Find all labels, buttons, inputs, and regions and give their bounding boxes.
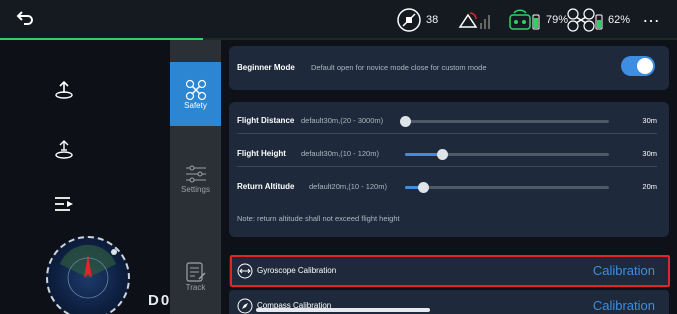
return-altitude-slider[interactable]	[405, 182, 609, 193]
track-edit-icon	[185, 261, 206, 282]
tab-track[interactable]: Track	[170, 248, 221, 304]
compass-icon	[237, 298, 253, 314]
beginner-mode-title: Beginner Mode	[237, 63, 295, 72]
satellite-status: 38	[396, 6, 438, 34]
remote-battery-percent: 79%	[546, 14, 569, 26]
flight-limits-card: Flight Distance default30m,(20 - 3000m) …	[229, 102, 669, 237]
tab-safety[interactable]: Safety	[170, 62, 221, 126]
beginner-mode-card: Beginner Mode Default open for novice mo…	[229, 46, 669, 90]
remote-battery-status: 79%	[508, 6, 568, 34]
flight-distance-title: Flight Distance	[237, 116, 295, 125]
radar-compass[interactable]	[46, 236, 130, 314]
more-menu-icon[interactable]: …	[642, 6, 661, 27]
remote-controller-icon	[509, 9, 540, 30]
tab-settings[interactable]: Settings	[170, 150, 221, 206]
drone-icon	[567, 8, 603, 32]
drone-battery-status: 62%	[566, 6, 630, 34]
return-altitude-desc: default20m,(10 - 120m)	[309, 182, 387, 191]
highlight-box	[230, 255, 670, 287]
flight-height-desc: default30m,(10 - 120m)	[301, 149, 379, 158]
compass-calibration-button[interactable]: Calibration	[593, 298, 655, 313]
home-indicator[interactable]	[256, 308, 430, 312]
remote-signal-icon	[458, 12, 490, 29]
radar-icon	[60, 244, 117, 299]
flight-height-slider[interactable]	[405, 149, 609, 160]
flight-height-value: 30m	[642, 149, 657, 158]
altitude-note: Note: return altitude shall not exceed f…	[237, 214, 400, 223]
satellite-count: 38	[426, 14, 439, 26]
flight-distance-value: 30m	[642, 116, 657, 125]
tab-label: Safety	[184, 100, 207, 110]
return-altitude-value: 20m	[642, 182, 657, 191]
playlist-icon[interactable]	[52, 192, 76, 216]
telemetry-label: D0	[148, 292, 172, 309]
back-arrow-icon[interactable]	[14, 8, 36, 30]
signal-status	[456, 6, 492, 34]
return-altitude-title: Return Altitude	[237, 182, 295, 191]
flight-distance-slider[interactable]	[400, 116, 609, 127]
top-status-bar: 38 79% 62% …	[0, 0, 677, 40]
drone-safety-icon	[185, 79, 206, 100]
drone-battery-percent: 62%	[608, 14, 631, 26]
beginner-mode-toggle[interactable]	[621, 56, 655, 76]
takeoff-icon[interactable]	[52, 78, 76, 102]
drone-return-icon[interactable]	[52, 138, 76, 162]
flight-distance-desc: default30m,(20 - 3000m)	[301, 116, 384, 125]
tab-label: Settings	[181, 184, 210, 194]
tab-label: Track	[185, 282, 206, 292]
satellite-icon	[397, 8, 421, 32]
settings-tabs: Safety Settings Track	[170, 40, 221, 314]
flight-height-title: Flight Height	[237, 149, 286, 158]
beginner-mode-desc: Default open for novice mode close for c…	[311, 63, 487, 72]
sliders-icon	[185, 165, 206, 182]
